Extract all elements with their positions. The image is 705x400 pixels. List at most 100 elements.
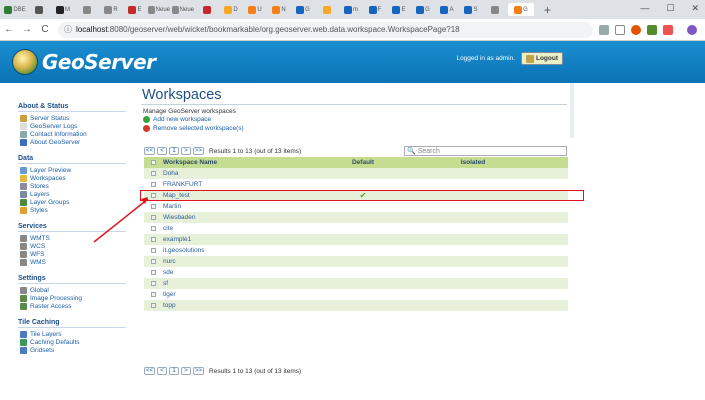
row-checkbox[interactable] [151, 171, 156, 176]
workspace-name-link[interactable]: cite [163, 225, 328, 232]
star-icon[interactable] [615, 24, 625, 35]
sidebar-item-geoserver-logs[interactable]: GeoServer Logs [18, 122, 126, 130]
browser-tab[interactable] [76, 3, 98, 16]
remove-workspace-link[interactable]: Remove selected workspace(s) [143, 125, 244, 132]
maximize-button[interactable]: ☐ [666, 3, 674, 14]
sidebar-item-gridsets[interactable]: Gridsets [18, 346, 126, 354]
close-window-button[interactable]: ✕ [691, 3, 699, 14]
workspace-name-link[interactable]: topp [163, 302, 328, 309]
search-input[interactable]: 🔍 Search [404, 146, 567, 156]
browser-tab[interactable]: G [508, 3, 534, 16]
row-checkbox[interactable] [151, 182, 156, 187]
browser-tab[interactable]: G [412, 3, 434, 16]
row-checkbox[interactable] [151, 248, 156, 253]
browser-tab[interactable]: R [100, 3, 122, 16]
sidebar-item-server-status[interactable]: Server Status [18, 114, 126, 122]
sidebar-item-contact-information[interactable]: Contact Information [18, 130, 126, 138]
reload-button[interactable]: C [36, 24, 54, 35]
sidebar-item-global[interactable]: Global [18, 286, 126, 294]
workspace-name-link[interactable]: FRANKFURT [163, 181, 328, 188]
browser-tab[interactable]: M [52, 3, 74, 16]
row-checkbox[interactable] [151, 303, 156, 308]
sidebar-item-wms[interactable]: WMS [18, 258, 126, 266]
next-page-button[interactable]: > [181, 147, 192, 155]
last-page-button[interactable]: >> [193, 147, 205, 155]
sidebar-item-wcs[interactable]: WCS [18, 242, 126, 250]
select-all-checkbox[interactable] [151, 160, 156, 165]
sidebar-item-workspaces[interactable]: Workspaces [18, 174, 126, 182]
sidebar-item-about-geoserver[interactable]: About GeoServer [18, 138, 126, 146]
last-page-button-bottom[interactable]: >> [193, 367, 205, 375]
page-1-button[interactable]: 1 [169, 147, 180, 155]
sidebar-item-tile-layers[interactable]: Tile Layers [18, 330, 126, 338]
browser-tab[interactable]: DBE [4, 3, 26, 16]
browser-tab[interactable] [28, 3, 50, 16]
row-checkbox[interactable] [151, 270, 156, 275]
minimize-button[interactable]: — [640, 3, 649, 14]
scrollbar[interactable] [570, 83, 574, 138]
col-workspace-name[interactable]: Workspace Name [163, 159, 328, 166]
browser-tab[interactable]: G [292, 3, 314, 16]
extension-red-icon[interactable] [631, 24, 641, 35]
forward-button[interactable]: → [18, 24, 36, 35]
browser-tab[interactable] [316, 3, 338, 16]
row-checkbox[interactable] [151, 204, 156, 209]
workspace-name-link[interactable]: Martin [163, 203, 328, 210]
row-checkbox[interactable] [151, 259, 156, 264]
col-default[interactable]: Default [328, 159, 398, 166]
row-checkbox[interactable] [151, 193, 156, 198]
geoserver-logo[interactable]: GeoServer [12, 49, 156, 75]
sidebar-item-wfs[interactable]: WFS [18, 250, 126, 258]
sidebar-item-wmts[interactable]: WMTS [18, 234, 126, 242]
sidebar-item-image-processing[interactable]: Image Processing [18, 294, 126, 302]
prev-page-button[interactable]: < [157, 147, 168, 155]
row-checkbox[interactable] [151, 237, 156, 242]
new-tab-button[interactable]: + [544, 3, 551, 17]
prev-page-button-bottom[interactable]: < [157, 367, 168, 375]
workspace-name-link[interactable]: tiger [163, 291, 328, 298]
workspace-name-link[interactable]: it.geosolutions [163, 247, 328, 254]
browser-tab[interactable]: S [460, 3, 482, 16]
sidebar-item-raster-access[interactable]: Raster Access [18, 302, 126, 310]
browser-tab[interactable]: Neue [172, 3, 194, 16]
add-workspace-link[interactable]: Add new workspace [143, 116, 211, 123]
workspace-name-link[interactable]: sf [163, 280, 328, 287]
sidebar-item-styles[interactable]: Styles [18, 206, 126, 214]
browser-tab[interactable]: F [364, 3, 386, 16]
browser-tab[interactable] [484, 3, 506, 16]
logout-button[interactable]: Logout [520, 52, 563, 65]
col-isolated[interactable]: Isolated [398, 159, 548, 166]
row-checkbox[interactable] [151, 292, 156, 297]
browser-tab[interactable]: Neue [148, 3, 170, 16]
sidebar-item-stores[interactable]: Stores [18, 182, 126, 190]
browser-tab[interactable]: U [244, 3, 266, 16]
workspace-name-link[interactable]: nurc [163, 258, 328, 265]
first-page-button-bottom[interactable]: << [144, 367, 156, 375]
translate-icon[interactable] [599, 24, 609, 35]
browser-tab[interactable]: m [340, 3, 362, 16]
profile-avatar-icon[interactable] [687, 24, 697, 35]
browser-tab[interactable]: A [436, 3, 458, 16]
browser-tab[interactable] [196, 3, 218, 16]
workspace-name-link[interactable]: Map_test [163, 192, 328, 199]
workspace-name-link[interactable]: Doha [163, 170, 328, 177]
sidebar-item-layers[interactable]: Layers [18, 190, 126, 198]
extension-pocket-icon[interactable] [663, 24, 673, 35]
browser-tab[interactable]: E [124, 3, 146, 16]
first-page-button[interactable]: << [144, 147, 156, 155]
back-button[interactable]: ← [0, 24, 18, 35]
sidebar-item-caching-defaults[interactable]: Caching Defaults [18, 338, 126, 346]
next-page-button-bottom[interactable]: > [181, 367, 192, 375]
row-checkbox[interactable] [151, 215, 156, 220]
browser-tab[interactable]: N [268, 3, 290, 16]
row-checkbox[interactable] [151, 281, 156, 286]
browser-tab[interactable]: D [220, 3, 242, 16]
workspace-name-link[interactable]: Wiesbaden [163, 214, 328, 221]
workspace-name-link[interactable]: example1 [163, 236, 328, 243]
sidebar-item-layer-groups[interactable]: Layer Groups [18, 198, 126, 206]
extension-green-icon[interactable] [647, 24, 657, 35]
page-1-button-bottom[interactable]: 1 [169, 367, 180, 375]
sidebar-item-layer-preview[interactable]: Layer Preview [18, 166, 126, 174]
row-checkbox[interactable] [151, 226, 156, 231]
url-field[interactable]: ⓘ localhost:8080/geoserver/web/wicket/bo… [58, 21, 593, 38]
